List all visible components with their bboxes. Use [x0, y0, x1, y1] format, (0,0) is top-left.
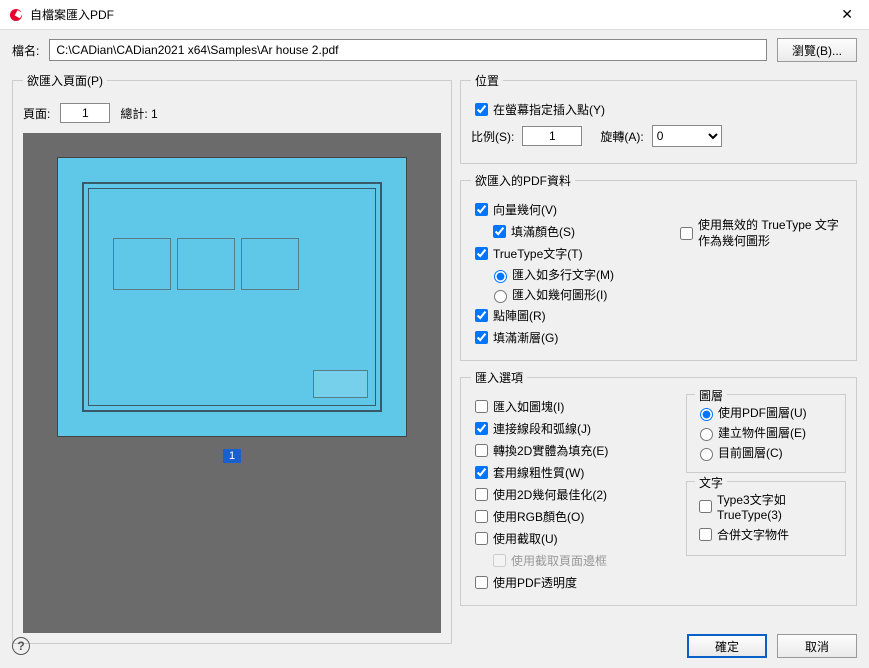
as-block-checkbox[interactable]: [475, 400, 488, 413]
current-layer-label: 目前圖層(C): [718, 444, 783, 461]
current-layer-radio[interactable]: [700, 448, 713, 461]
clip-label: 使用截取(U): [493, 530, 558, 547]
best-2d-label: 使用2D幾何最佳化(2): [493, 486, 607, 503]
page-badge: 1: [223, 449, 241, 463]
position-group: 位置 在螢幕指定插入點(Y) 比例(S): 旋轉(A): 0: [460, 72, 857, 164]
apply-lw-checkbox[interactable]: [475, 466, 488, 479]
specify-onscreen-checkbox[interactable]: [475, 103, 488, 116]
import-geometry-radio[interactable]: [494, 290, 507, 303]
rgb-label: 使用RGB顏色(O): [493, 508, 584, 525]
filename-label: 檔名:: [12, 42, 39, 59]
ok-button[interactable]: 確定: [687, 634, 767, 658]
clip-checkbox[interactable]: [475, 532, 488, 545]
clip-bounds-checkbox: [493, 554, 506, 567]
page-total: 總計: 1: [120, 105, 157, 122]
transparency-checkbox[interactable]: [475, 576, 488, 589]
create-obj-layer-radio[interactable]: [700, 428, 713, 441]
vector-label: 向量幾何(V): [493, 201, 557, 218]
close-icon[interactable]: ✕: [833, 2, 861, 27]
page-label: 頁面:: [23, 105, 50, 122]
text-legend: 文字: [695, 474, 727, 491]
best-2d-checkbox[interactable]: [475, 488, 488, 501]
pdf-data-group: 欲匯入的PDF資料 向量幾何(V) 填滿顏色(S) TrueType文字(T) …: [460, 172, 857, 361]
rotate-label: 旋轉(A):: [600, 128, 643, 145]
import-geometry-label: 匯入如幾何圖形(I): [512, 286, 607, 303]
layers-subgroup: 圖層 使用PDF圖層(U) 建立物件圖層(E) 目前圖層(C): [686, 394, 846, 473]
pages-legend: 欲匯入頁面(P): [23, 72, 107, 89]
import-multiline-radio[interactable]: [494, 270, 507, 283]
as-block-label: 匯入如圖塊(I): [493, 398, 564, 415]
raster-label: 點陣圖(R): [493, 307, 546, 324]
filename-input[interactable]: [49, 39, 767, 61]
fillcolor-checkbox[interactable]: [493, 225, 506, 238]
import-multiline-label: 匯入如多行文字(M): [512, 266, 614, 283]
invalid-tt-checkbox[interactable]: [680, 227, 693, 240]
help-icon[interactable]: ?: [12, 637, 30, 655]
type3-checkbox[interactable]: [699, 500, 712, 513]
scale-label: 比例(S):: [471, 128, 514, 145]
merge-text-label: 合併文字物件: [717, 526, 789, 543]
use-pdf-layer-radio[interactable]: [700, 408, 713, 421]
browse-button[interactable]: 瀏覽(B)...: [777, 38, 857, 62]
type3-label: Type3文字如TrueType(3): [717, 491, 837, 522]
convert-2d-checkbox[interactable]: [475, 444, 488, 457]
gradient-checkbox[interactable]: [475, 331, 488, 344]
merge-text-checkbox[interactable]: [699, 528, 712, 541]
rgb-checkbox[interactable]: [475, 510, 488, 523]
fillcolor-label: 填滿顏色(S): [511, 223, 575, 240]
window-title: 自檔案匯入PDF: [30, 6, 833, 23]
page-preview: 1: [23, 133, 441, 633]
transparency-label: 使用PDF透明度: [493, 574, 577, 591]
position-legend: 位置: [471, 72, 503, 89]
layers-legend: 圖層: [695, 387, 727, 404]
scale-input[interactable]: [522, 126, 582, 146]
convert-2d-label: 轉換2D實體為填充(E): [493, 442, 608, 459]
pages-group: 欲匯入頁面(P) 頁面: 總計: 1 1: [12, 72, 452, 644]
use-pdf-layer-label: 使用PDF圖層(U): [718, 404, 807, 421]
page-input[interactable]: [60, 103, 110, 123]
create-obj-layer-label: 建立物件圖層(E): [718, 424, 806, 441]
raster-checkbox[interactable]: [475, 309, 488, 322]
invalid-tt-label: 使用無效的 TrueType 文字作為幾何圖形: [698, 218, 846, 249]
app-logo-icon: [8, 7, 24, 23]
import-options-legend: 匯入選項: [471, 369, 527, 386]
cancel-button[interactable]: 取消: [777, 634, 857, 658]
vector-checkbox[interactable]: [475, 203, 488, 216]
gradient-label: 填滿漸層(G): [493, 329, 558, 346]
text-subgroup: 文字 Type3文字如TrueType(3) 合併文字物件: [686, 481, 846, 556]
join-lines-checkbox[interactable]: [475, 422, 488, 435]
specify-onscreen-label: 在螢幕指定插入點(Y): [493, 101, 605, 118]
rotate-select[interactable]: 0: [652, 125, 722, 147]
clip-bounds-label: 使用截取頁面邊框: [511, 552, 607, 569]
pdf-data-legend: 欲匯入的PDF資料: [471, 172, 575, 189]
apply-lw-label: 套用線粗性質(W): [493, 464, 584, 481]
join-lines-label: 連接線段和弧線(J): [493, 420, 591, 437]
truetype-checkbox[interactable]: [475, 247, 488, 260]
import-options-group: 匯入選項 匯入如圖塊(I) 連接線段和弧線(J) 轉換2D實體為填充(E) 套用…: [460, 369, 857, 606]
truetype-label: TrueType文字(T): [493, 245, 583, 262]
